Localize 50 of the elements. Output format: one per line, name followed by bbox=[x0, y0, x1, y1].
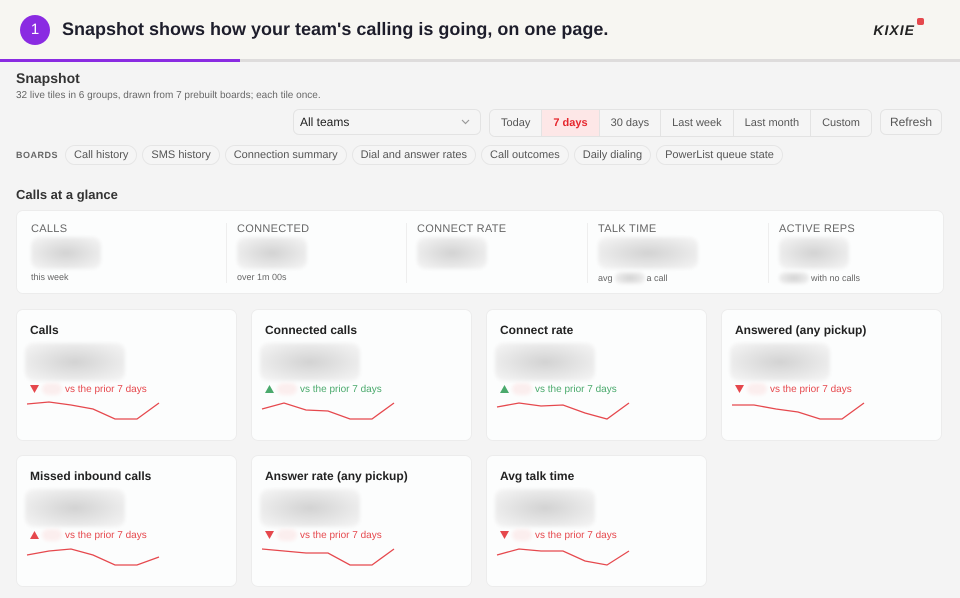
board-chip[interactable]: PowerList queue state bbox=[656, 145, 783, 165]
redacted-value bbox=[614, 272, 645, 284]
stat-note: a call bbox=[646, 273, 668, 283]
tile-title: Answer rate (any pickup) bbox=[264, 469, 409, 483]
board-chip[interactable]: Connection summary bbox=[224, 145, 347, 165]
stat-note: avg bbox=[598, 273, 613, 283]
board-chip[interactable]: SMS history bbox=[142, 145, 220, 165]
comparison-text: vs the prior 7 days bbox=[535, 384, 617, 394]
team-select[interactable]: All teams bbox=[292, 109, 481, 135]
tile-title: Missed inbound calls bbox=[29, 469, 152, 483]
page-subtitle: 32 live tiles in 6 groups, drawn from 7 prebuilt boards; each tile once. bbox=[16, 90, 322, 101]
section-title: Calls at a glance bbox=[16, 187, 119, 202]
range-tab[interactable]: 7 days bbox=[542, 110, 600, 136]
board-chip[interactable]: Dial and answer rates bbox=[352, 145, 476, 165]
comparison-text: vs the prior 7 days bbox=[65, 384, 147, 394]
redacted-value bbox=[779, 237, 849, 269]
stat-label: CONNECT RATE bbox=[417, 223, 508, 235]
stat-label: TALK TIME bbox=[598, 223, 658, 235]
stat-label: CALLS bbox=[31, 223, 68, 235]
comparison-text: vs the prior 7 days bbox=[300, 530, 382, 540]
comparison-text: vs the prior 7 days bbox=[535, 530, 617, 540]
stat-note: with no calls bbox=[811, 273, 860, 283]
chevron-icon bbox=[460, 119, 470, 125]
headline: Snapshot shows how your team's calling is going, on one page. bbox=[62, 19, 608, 40]
refresh-button[interactable]: Refresh bbox=[880, 109, 942, 135]
tile-title: Answered (any pickup) bbox=[734, 323, 868, 337]
stat-note: over 1m 00s bbox=[237, 272, 287, 282]
logo-mark-icon bbox=[917, 18, 924, 25]
tile-title: Connected calls bbox=[264, 323, 358, 337]
range-tab[interactable]: Today bbox=[490, 110, 542, 136]
redacted-value bbox=[237, 237, 307, 269]
board-chip[interactable]: Daily dialing bbox=[574, 145, 652, 165]
comparison-text: vs the prior 7 days bbox=[300, 384, 382, 394]
tile-title: Connect rate bbox=[499, 323, 574, 337]
board-chip[interactable]: Call history bbox=[65, 145, 138, 165]
stat-label: CONNECTED bbox=[237, 223, 310, 235]
redacted-value bbox=[417, 237, 487, 269]
redacted-value bbox=[31, 237, 101, 269]
step-badge: 1 bbox=[20, 14, 50, 44]
tile-title: Calls bbox=[29, 323, 60, 337]
boards-label: BOARDS bbox=[16, 150, 58, 160]
stat-note: this week bbox=[31, 272, 69, 282]
tile-title: Avg talk time bbox=[499, 469, 576, 483]
comparison-text: vs the prior 7 days bbox=[770, 384, 852, 394]
comparison-text: vs the prior 7 days bbox=[65, 530, 147, 540]
page-title: Snapshot bbox=[16, 70, 81, 86]
stat-label: ACTIVE REPS bbox=[779, 223, 856, 235]
board-chip[interactable]: Call outcomes bbox=[481, 145, 569, 165]
brand-logo: KIXIE bbox=[873, 20, 916, 38]
redacted-value bbox=[779, 272, 809, 284]
